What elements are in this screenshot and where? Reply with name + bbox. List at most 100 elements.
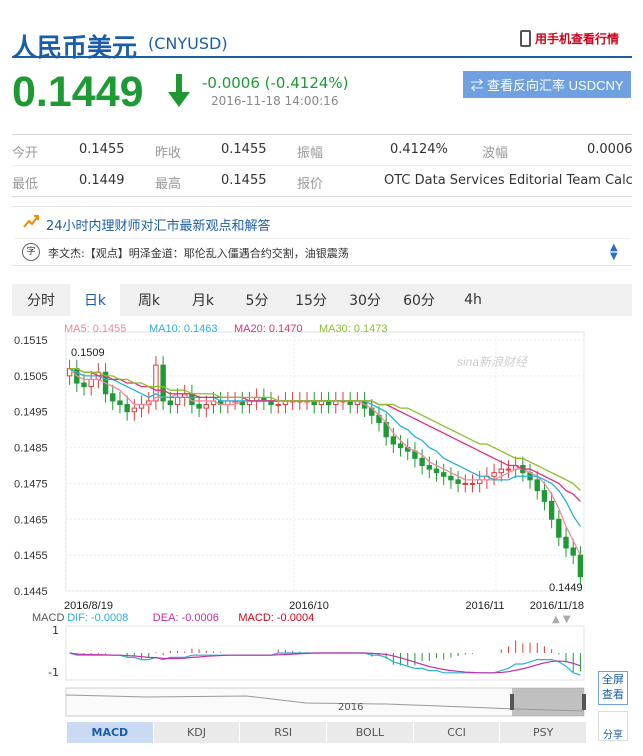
bulletin-title[interactable]: 24小时内理财师对汇市最新观点和解答 — [46, 215, 271, 234]
mobile-view-link[interactable]: 用手机查看行情 — [520, 30, 619, 47]
tab-8[interactable]: 4h — [448, 284, 498, 316]
candle-body — [88, 378, 94, 388]
candle-body — [174, 396, 181, 406]
macd-legend-label: MACD — [32, 612, 64, 624]
tab-1[interactable]: 日k — [70, 284, 120, 316]
tab-7[interactable]: 60分 — [394, 284, 444, 316]
candle-body — [124, 404, 130, 413]
candle-body — [441, 472, 447, 477]
candle-body — [570, 547, 576, 556]
candle-body — [397, 443, 404, 449]
candle-body — [390, 436, 397, 445]
candle-body — [110, 393, 116, 402]
candle-body — [469, 482, 476, 485]
tab-0[interactable]: 分时 — [16, 284, 66, 316]
candle-body — [433, 468, 440, 474]
stat-label-range: 波幅 — [482, 146, 509, 161]
candle-body — [419, 457, 425, 466]
candle-body — [548, 500, 555, 520]
reverse-rate-button[interactable]: ⇄ 查看反向汇率 USDCNY — [463, 71, 631, 98]
indicator-tab-boll[interactable]: BOLL — [326, 722, 413, 743]
indicator-tab-macd[interactable]: MACD — [66, 722, 153, 743]
stats-mid-divider — [12, 165, 632, 166]
stat-value-range: 0.0006 — [587, 142, 633, 157]
candle-body — [491, 472, 497, 477]
candle-body — [563, 536, 569, 549]
watermark-text: sina新浪财经 — [457, 355, 529, 369]
stat-label-amplitude: 振幅 — [297, 146, 324, 161]
high-annotation: 0.1509 — [71, 347, 105, 359]
news-headline[interactable]: 李文杰:【观点】明泽金道：耶伦乱入僵遇合约交割，油银震荡 — [48, 245, 349, 261]
news-scroll-arrows-icon[interactable]: ▲ ▼ — [610, 243, 618, 262]
trend-up-icon — [23, 215, 39, 228]
candle-body — [577, 554, 584, 578]
share-button[interactable]: 分享 — [598, 711, 628, 741]
low-annotation: 0.1449 — [549, 582, 583, 594]
stat-label-prev-close: 昨收 — [155, 146, 182, 161]
macd-collapse-icon: ▲ ▼ — [552, 614, 571, 625]
share-label: 分享 — [603, 730, 623, 741]
tab-2[interactable]: 周k — [124, 284, 174, 316]
candle-body — [556, 518, 562, 538]
pair-title: 人民币美元 — [12, 33, 138, 62]
plot-frame — [65, 331, 585, 592]
candle-body — [505, 468, 512, 471]
mobile-view-label: 用手机查看行情 — [535, 32, 620, 46]
tab-4[interactable]: 5分 — [232, 284, 282, 316]
candle-body — [117, 400, 123, 406]
candle-body — [131, 407, 138, 413]
kline-chart[interactable]: 0.1515 0.1505 0.1495 0.1485 0.1475 0.1465 0.14… — [12, 318, 632, 720]
stat-label-quote-source: 报价 — [297, 177, 324, 192]
x-tick-label: 2016/11 — [466, 600, 505, 612]
quote-time: 2016-11-18 14:00:16 — [211, 94, 339, 108]
fullscreen-button[interactable]: 全屏查看 — [598, 671, 628, 705]
indicator-tab-kdj[interactable]: KDJ — [152, 722, 240, 743]
stat-value-high: 0.1455 — [221, 173, 267, 188]
ma-legend-label: MA5: 0.1455 — [64, 323, 126, 335]
macd-legend-label: DEA: -0.0006 — [153, 612, 219, 624]
ma-legend-label: MA20: 0.1470 — [234, 323, 303, 335]
navigator-handle-right — [582, 694, 586, 710]
candle-body — [455, 479, 461, 484]
stat-label-high: 最高 — [155, 177, 182, 192]
candle-body — [203, 404, 209, 409]
stat-value-amplitude: 0.4124% — [390, 142, 448, 157]
ma20-line — [69, 368, 581, 502]
y-tick-label: 0.1465 — [14, 514, 48, 526]
phone-icon — [520, 30, 531, 47]
navigator-frame — [65, 687, 585, 717]
x-tick-label: 2016/10 — [289, 600, 329, 612]
macd-legend-label: MACD: -0.0004 — [238, 612, 314, 624]
stat-label-open: 今开 — [12, 146, 39, 161]
pair-code: (CNYUSD) — [148, 34, 228, 53]
x-tick-label: 2016/8/19 — [64, 600, 113, 612]
indicator-tab-cci[interactable]: CCI — [412, 722, 500, 743]
x-tick-label: 2016/11/18 — [530, 600, 584, 612]
indicator-tab-rsi[interactable]: RSI — [239, 722, 326, 743]
y-tick-label: 0.1455 — [14, 550, 48, 562]
indicator-tab-psy[interactable]: PSY — [499, 722, 586, 743]
price-change: -0.0006 (-0.4124%) — [202, 74, 349, 92]
tab-6[interactable]: 30分 — [340, 284, 390, 316]
navigator-handle-left — [510, 694, 514, 710]
y-tick-label: 0.1495 — [14, 407, 48, 419]
y-tick-label: 0.1515 — [14, 335, 48, 347]
stats-bottom-divider — [12, 196, 632, 197]
y-tick-label: 0.1445 — [14, 586, 48, 598]
advisor-icon: 字 — [22, 243, 40, 261]
stats-top-divider — [12, 134, 632, 135]
y-tick-label: 0.1485 — [14, 443, 48, 455]
candle-body — [196, 404, 202, 409]
candle-body — [534, 479, 540, 492]
candle-body — [81, 382, 87, 388]
tab-5[interactable]: 15分 — [286, 284, 336, 316]
macd-legend-label: DIF: -0.0008 — [67, 612, 128, 624]
tab-3[interactable]: 月k — [178, 284, 228, 316]
navigator-selection — [512, 688, 584, 716]
stat-label-low: 最低 — [12, 177, 39, 192]
candle-body — [275, 404, 281, 407]
macd-tick-label: -1 — [48, 666, 59, 679]
candle-body — [160, 364, 166, 402]
candle-body — [167, 400, 174, 406]
header-divider — [12, 56, 632, 58]
